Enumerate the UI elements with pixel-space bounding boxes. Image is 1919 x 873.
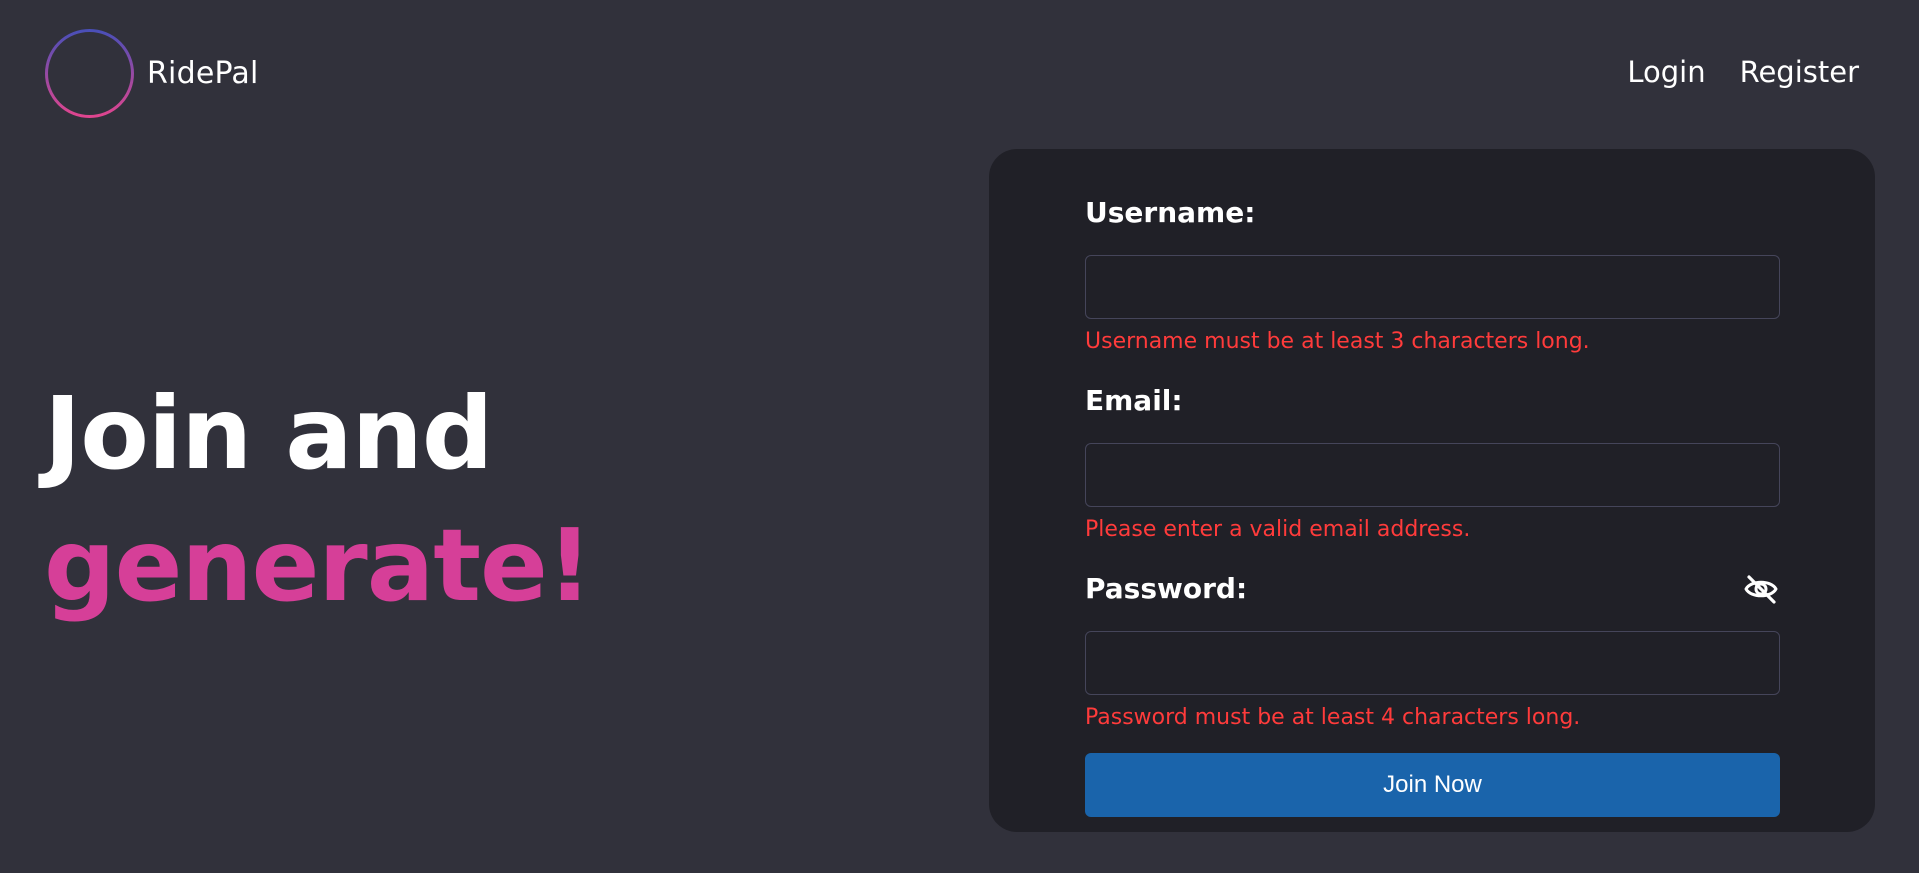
register-form: Username: Username must be at least 3 ch… [1085,193,1780,817]
nav-register-link[interactable]: Register [1740,52,1859,92]
email-error: Please enter a valid email address. [1085,517,1471,542]
hero-line-generate: generate! [44,507,592,624]
registration-page: RidePal Login Register Join and generate… [0,0,1919,873]
password-label: Password: [1085,572,1248,605]
password-input[interactable] [1085,631,1780,695]
email-label: Email: [1085,384,1183,417]
username-input[interactable] [1085,255,1780,319]
register-form-panel: Username: Username must be at least 3 ch… [989,149,1875,832]
email-field-group: Email: Please enter a valid email addres… [1085,381,1780,545]
join-now-button[interactable]: Join Now [1085,753,1780,817]
hero-line-join: Join and [44,375,493,492]
email-input[interactable] [1085,443,1780,507]
password-label-row: Password: [1085,569,1780,609]
brand-name: RidePal [147,56,259,91]
password-error: Password must be at least 4 characters l… [1085,705,1581,730]
hero-heading: Join and generate! [44,368,592,632]
username-label: Username: [1085,196,1256,229]
brand-home-link[interactable]: RidePal [44,28,259,119]
password-field-group: Password: Password must be at least 4 ch… [1085,569,1780,733]
email-label-row: Email: [1085,381,1780,421]
soundwave-logo-icon [45,29,134,118]
username-error: Username must be at least 3 characters l… [1085,329,1590,354]
password-visibility-toggle[interactable] [1742,571,1780,607]
top-header: RidePal Login Register [0,0,1919,148]
top-nav: Login Register [1593,52,1859,92]
username-field-group: Username: Username must be at least 3 ch… [1085,193,1780,357]
nav-login-link[interactable]: Login [1627,52,1705,92]
eye-slash-icon [1744,575,1778,604]
username-label-row: Username: [1085,193,1780,233]
